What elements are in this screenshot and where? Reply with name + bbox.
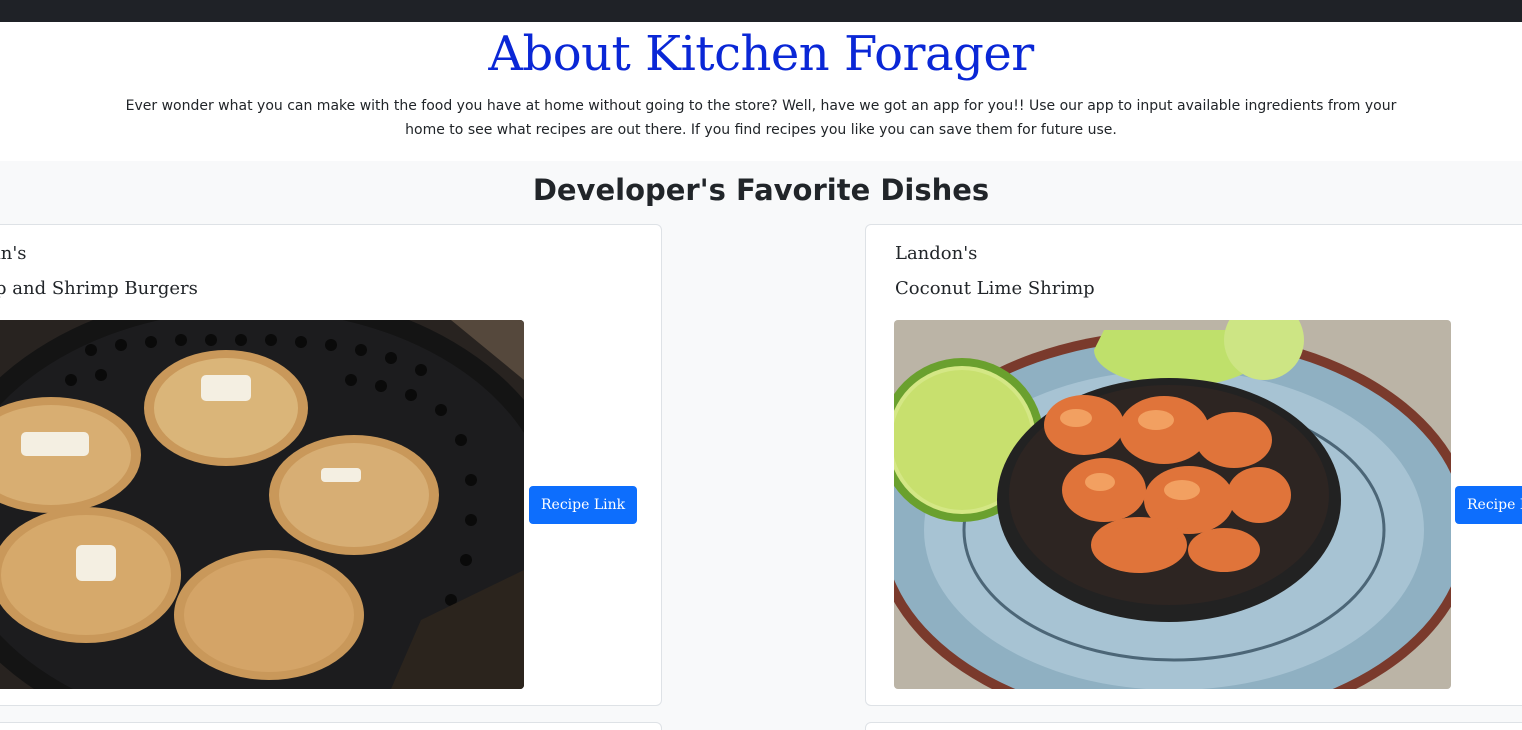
recipe-link-button[interactable]: Recipe L (1455, 486, 1522, 524)
favorite-dish-card: in's p and Shrimp Burgers (0, 224, 662, 706)
about-section: About Kitchen Forager Ever wonder what y… (0, 22, 1522, 161)
dish-photo-shrimp-burgers (0, 320, 524, 689)
card-owner-name: in's (0, 243, 27, 264)
recipe-link-button[interactable]: Recipe Link (529, 486, 638, 524)
dish-photo-coconut-lime-shrimp (894, 320, 1451, 689)
card-dish-name: p and Shrimp Burgers (0, 278, 198, 299)
about-description: Ever wonder what you can make with the f… (125, 98, 1397, 138)
favorite-dish-card (865, 722, 1522, 730)
favorites-heading: Developer's Favorite Dishes (532, 173, 990, 207)
card-dish-name: Coconut Lime Shrimp (895, 278, 1095, 299)
card-owner-name: Landon's (895, 243, 978, 264)
favorite-dish-card: Landon's Coconut Lime Shrimp Recipe (865, 224, 1522, 706)
page-title: About Kitchen Forager (488, 26, 1034, 82)
top-navbar (0, 0, 1522, 22)
favorite-dish-card (0, 722, 662, 730)
